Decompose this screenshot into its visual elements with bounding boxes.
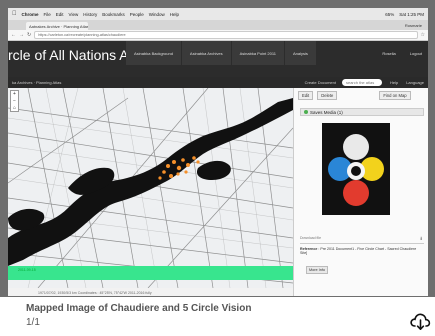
cloud-download-graphic bbox=[410, 313, 431, 330]
timeline-band bbox=[8, 266, 293, 280]
browser-tab: Aatnakes Archive · Planning Atlas bbox=[26, 22, 88, 30]
edit-tab: Edit bbox=[298, 91, 314, 100]
menubar-item: View bbox=[64, 11, 79, 17]
status-dot-icon bbox=[304, 110, 308, 114]
five-circle-graphic bbox=[322, 123, 390, 215]
download-icon: ⭳ bbox=[420, 236, 422, 242]
reference-label: Reference bbox=[300, 247, 318, 251]
site-nav-item: Asinabka Point 2011 bbox=[231, 41, 285, 65]
more-info-button: More Info bbox=[306, 266, 328, 274]
atlas-search-box: search the atlas bbox=[341, 79, 382, 86]
browser-profile: Rosmarie bbox=[404, 23, 422, 28]
find-on-map-tab: Find on Map bbox=[379, 91, 411, 100]
reference-text: Reference : Pre 2011 Document1 - Five Ci… bbox=[300, 247, 424, 256]
reload-icon: ↻ bbox=[27, 32, 32, 38]
panel-tabs: Edit Delete Find on Map bbox=[298, 91, 411, 100]
screenshot-photo:  Chrome File Edit View History Bookmark… bbox=[0, 0, 435, 297]
zoom-out-icon: − bbox=[13, 97, 16, 104]
cloud-download-icon[interactable] bbox=[409, 311, 431, 331]
menubar-item: History bbox=[78, 11, 97, 17]
menubar-item: Bookmarks bbox=[97, 11, 125, 17]
forward-icon: → bbox=[19, 32, 24, 38]
media-header-label: Saves Media (1) bbox=[310, 110, 343, 115]
timeline-label: 2011-09-15 bbox=[18, 268, 36, 272]
delete-tab: Delete bbox=[317, 91, 338, 100]
site-user-links: Roselia Logout bbox=[382, 51, 422, 56]
menubar-item: Window bbox=[144, 11, 165, 17]
image-counter: 1/1 bbox=[26, 317, 40, 328]
help-link: Help bbox=[389, 80, 399, 85]
home-icon: ⌂ bbox=[12, 104, 17, 111]
star-icon: ☆ bbox=[420, 32, 425, 38]
download-row: Download file ⭳ bbox=[300, 236, 424, 244]
clock: Sat 1:25 PM bbox=[399, 11, 424, 17]
menubar-item: Chrome bbox=[17, 11, 39, 17]
zoom-in-icon: + bbox=[13, 91, 16, 98]
site-nav-item: Analysis bbox=[285, 41, 316, 65]
five-circle-poster bbox=[322, 123, 390, 215]
create-document-link: Create Document bbox=[304, 80, 336, 85]
menubar-item: People bbox=[125, 11, 144, 17]
breadcrumb: ka Archives · Planning Atlas bbox=[12, 80, 62, 85]
gallery-viewer:  Chrome File Edit View History Bookmark… bbox=[0, 0, 435, 336]
apple-icon:  bbox=[12, 11, 17, 17]
menubar-item: Help bbox=[165, 11, 179, 17]
site-user-link: Roselia bbox=[382, 51, 396, 56]
back-icon: ← bbox=[11, 32, 16, 38]
site-nav: Asinabka Background Asinabka Archives As… bbox=[126, 41, 316, 65]
menubar-item: Edit bbox=[51, 11, 64, 17]
download-label: Download file bbox=[300, 236, 322, 240]
map-zoom-toolbar: + − ⌂ bbox=[10, 90, 19, 112]
site-subbar: ka Archives · Planning Atlas Create Docu… bbox=[8, 77, 428, 88]
media-panel: Edit Delete Find on Map Saves Media (1) bbox=[293, 88, 428, 296]
site-header: rcle of All Nations Atlas Asinabka Backg… bbox=[8, 41, 428, 77]
media-header: Saves Media (1) bbox=[300, 108, 424, 116]
site-nav-item: Asinabka Background bbox=[126, 41, 181, 65]
url-text: https://carleton.ca/recreate/planning-at… bbox=[34, 31, 418, 39]
laptop-screen:  Chrome File Edit View History Bookmark… bbox=[8, 8, 428, 296]
site-logout-link: Logout bbox=[409, 51, 422, 56]
browser-tabbar: Aatnakes Archive · Planning Atlas Rosmar… bbox=[8, 20, 428, 30]
map-graphic bbox=[8, 88, 293, 288]
map-status-line: 1971/07/02, 1930/5/3 km Coordinates : 45… bbox=[38, 291, 152, 295]
language-link: Language bbox=[406, 80, 424, 85]
site-nav-item: Asinabka Archives bbox=[181, 41, 231, 65]
image-caption-title: Mapped Image of Chaudiere and 5 Circle V… bbox=[26, 303, 252, 314]
address-bar: ← → ↻ https://carleton.ca/recreate/plann… bbox=[8, 30, 428, 41]
mac-menubar:  Chrome File Edit View History Bookmark… bbox=[8, 8, 428, 20]
battery-status: 65% bbox=[385, 11, 395, 17]
reference-value: : Pre 2011 Document1 - Five Circle Chart… bbox=[300, 247, 417, 256]
menubar-item: File bbox=[39, 11, 51, 17]
city-map: + − ⌂ bbox=[8, 88, 293, 288]
